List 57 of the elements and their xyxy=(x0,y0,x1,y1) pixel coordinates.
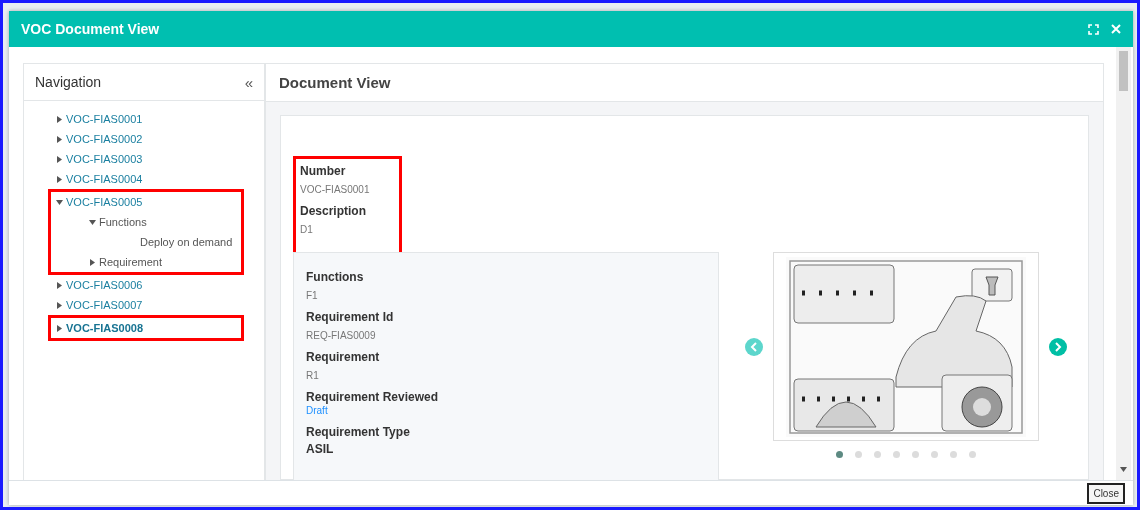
field-label: Requirement Reviewed xyxy=(306,390,440,404)
previous-button[interactable] xyxy=(745,337,763,356)
slide-dot[interactable] xyxy=(931,451,938,458)
collapsed-icon[interactable] xyxy=(56,324,63,332)
maximize-icon[interactable] xyxy=(1088,23,1099,35)
slide-dot[interactable] xyxy=(893,451,900,458)
collapsed-icon[interactable] xyxy=(56,175,63,183)
field-label: Requirement Type xyxy=(306,425,411,439)
tree-item[interactable]: VOC-FIAS0004 xyxy=(66,173,143,185)
next-button[interactable] xyxy=(1049,337,1067,356)
scroll-thumb[interactable] xyxy=(1119,51,1128,91)
panel-title: Document View xyxy=(279,74,391,91)
collapsed-icon[interactable] xyxy=(56,135,63,143)
tree-item[interactable]: VOC-FIAS0005 xyxy=(66,196,143,208)
field-value: VOC-FIAS0001 xyxy=(300,184,370,195)
tree-item[interactable]: Deploy on demand xyxy=(140,236,233,248)
chevron-right-icon xyxy=(1054,341,1062,352)
field-value: R1 xyxy=(306,370,320,381)
tree-item[interactable]: VOC-FIAS0002 xyxy=(66,133,143,145)
field-label: Number xyxy=(300,164,347,178)
tree-item[interactable]: Requirement xyxy=(99,256,162,268)
slide-dot[interactable] xyxy=(836,451,843,458)
status-link[interactable]: Draft xyxy=(306,405,706,416)
tree-item[interactable]: VOC-FIAS0008 xyxy=(66,322,144,334)
slide-dot[interactable] xyxy=(874,451,881,458)
scrollbar[interactable] xyxy=(1116,47,1131,480)
close-icon[interactable] xyxy=(1111,24,1121,34)
panel-title: Navigation xyxy=(35,74,102,90)
collapsed-icon[interactable] xyxy=(56,301,63,309)
field-label: Description xyxy=(300,204,367,218)
expanded-icon[interactable] xyxy=(89,218,96,226)
field-label: ASIL xyxy=(306,442,335,456)
expanded-icon[interactable] xyxy=(56,198,63,206)
scroll-down-icon[interactable] xyxy=(1120,467,1127,472)
collapsed-icon[interactable] xyxy=(56,115,63,123)
collapsed-icon[interactable] xyxy=(56,281,63,289)
slide-dot[interactable] xyxy=(855,451,862,458)
field-label: Requirement Id xyxy=(306,310,395,324)
tree-item[interactable]: VOC-FIAS0006 xyxy=(66,279,143,291)
field-value: D1 xyxy=(300,224,314,235)
close-button[interactable]: Close xyxy=(1087,482,1125,504)
collapse-button[interactable]: « xyxy=(244,73,253,91)
tree-item[interactable]: VOC-FIAS0001 xyxy=(66,113,143,125)
field-label: Functions xyxy=(306,270,365,284)
field-label: Requirement xyxy=(306,350,381,364)
slide-dot[interactable] xyxy=(950,451,957,458)
slide-dot[interactable] xyxy=(912,451,919,458)
window-title: VOC Document View xyxy=(21,21,161,37)
field-value: REQ-FIAS0009 xyxy=(306,330,377,341)
field-value: F1 xyxy=(306,290,319,301)
tree-item[interactable]: VOC-FIAS0003 xyxy=(66,153,143,165)
collapsed-icon[interactable] xyxy=(56,155,63,163)
chevron-left-icon xyxy=(750,341,758,352)
collapsed-icon[interactable] xyxy=(89,258,96,266)
tree-item[interactable]: Functions xyxy=(99,216,147,228)
tree-item[interactable]: VOC-FIAS0007 xyxy=(66,299,143,311)
slide-dot[interactable] xyxy=(969,451,976,458)
